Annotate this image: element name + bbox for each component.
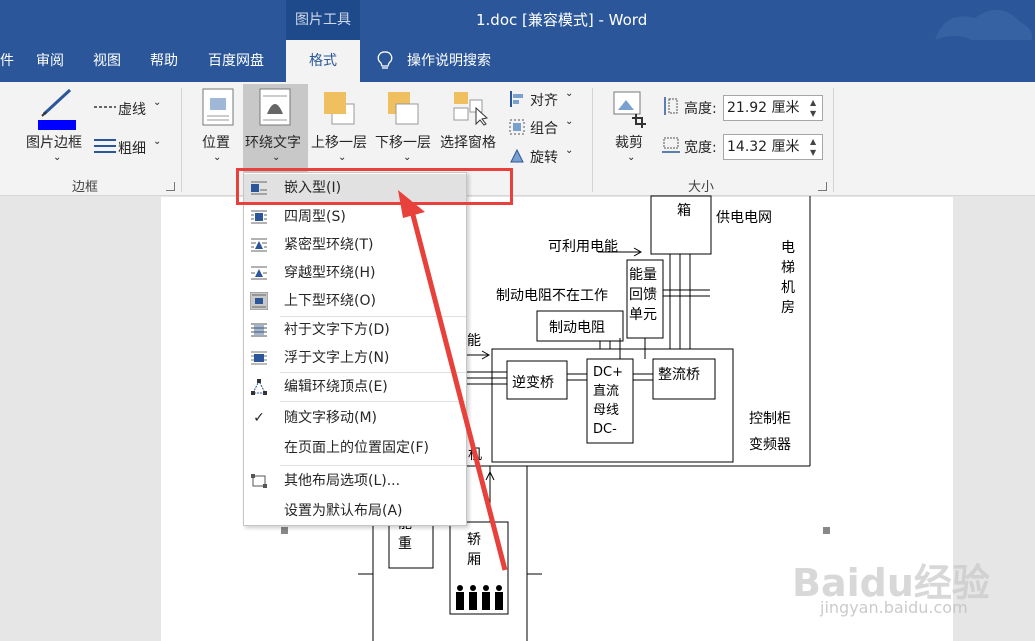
square-wrap-icon (251, 210, 267, 224)
menu-item-label: 随文字移动(M) (284, 410, 378, 426)
menu-item-label: 穿越型环绕(H) (284, 265, 376, 281)
menu-item-label: 上下型环绕(O) (284, 293, 376, 309)
diagram-label-box: 箱 (677, 203, 691, 219)
diagram-label-converter: 变频器 (749, 437, 791, 453)
menu-item-label: 编辑环绕顶点(E) (284, 379, 388, 395)
wrap-text-menu: 嵌入型(I) 四周型(S) 紧密型环绕(T) 穿越型环绕(H) 上下型环绕(O)… (243, 172, 467, 526)
menu-item-label: 在页面上的位置固定(F) (284, 440, 429, 456)
diagram-label-rectifier: 整流桥 (658, 367, 700, 383)
watermark-url: jingyan.baidu.com (820, 598, 968, 617)
menu-item-fix-position[interactable]: 在页面上的位置固定(F) (244, 434, 466, 462)
menu-item-through[interactable]: 穿越型环绕(H) (244, 259, 466, 287)
menu-item-square[interactable]: 四周型(S) (244, 203, 466, 231)
diagram-label-control-cabinet: 控制柜 (749, 411, 791, 427)
menu-item-label: 浮于文字上方(N) (284, 350, 390, 366)
menu-divider (280, 465, 466, 466)
diagram-label-resistor-idle: 制动电阻不在工作 (496, 288, 608, 304)
in-front-text-icon (251, 351, 267, 365)
menu-item-behind-text[interactable]: 衬于文字下方(D) (244, 316, 466, 344)
menu-item-label: 其他布局选项(L)... (284, 473, 401, 489)
menu-item-set-default-layout[interactable]: 设置为默认布局(A) (244, 497, 466, 525)
diagram-label-partial-ji: 机 (468, 447, 482, 463)
top-bottom-wrap-icon (250, 292, 268, 310)
diagram-label-dc-bus: DC+ 直流 母线 DC- (593, 365, 623, 437)
diagram-label-partial: 能 (467, 333, 481, 349)
layout-options-icon (251, 474, 267, 488)
highlight-box-annotation (236, 168, 513, 205)
menu-item-more-layout-options[interactable]: 其他布局选项(L)... (244, 467, 466, 495)
menu-item-edit-wrap-points[interactable]: 编辑环绕顶点(E) (244, 373, 466, 401)
checkmark-icon: ✓ (253, 410, 265, 426)
elevator-diagram (281, 195, 830, 641)
behind-text-icon (251, 323, 267, 337)
menu-item-label: 四周型(S) (284, 209, 346, 225)
menu-item-label: 衬于文字下方(D) (284, 322, 390, 338)
diagram-label-usable-energy: 可利用电能 (548, 239, 618, 255)
menu-item-top-bottom[interactable]: 上下型环绕(O) (244, 287, 466, 315)
diagram-label-grid: 供电电网 (716, 210, 772, 226)
menu-item-label: 紧密型环绕(T) (284, 237, 374, 253)
menu-divider (280, 401, 466, 402)
edit-wrap-points-icon (251, 379, 267, 395)
diagram-label-car: 轿厢 (467, 532, 481, 568)
menu-item-label: 设置为默认布局(A) (284, 503, 403, 519)
through-wrap-icon (251, 266, 267, 280)
tight-wrap-icon (251, 238, 267, 252)
diagram-label-feedback-unit: 能量 回馈 单元 (629, 267, 657, 323)
diagram-label-resistor: 制动电阻 (549, 320, 605, 336)
menu-item-move-with-text[interactable]: ✓ 随文字移动(M) (244, 404, 466, 432)
diagram-label-inverter: 逆变桥 (512, 375, 554, 391)
menu-item-tight[interactable]: 紧密型环绕(T) (244, 231, 466, 259)
menu-item-in-front-text[interactable]: 浮于文字上方(N) (244, 344, 466, 372)
diagram-label-elevator-room: 电梯机房 (781, 240, 795, 316)
